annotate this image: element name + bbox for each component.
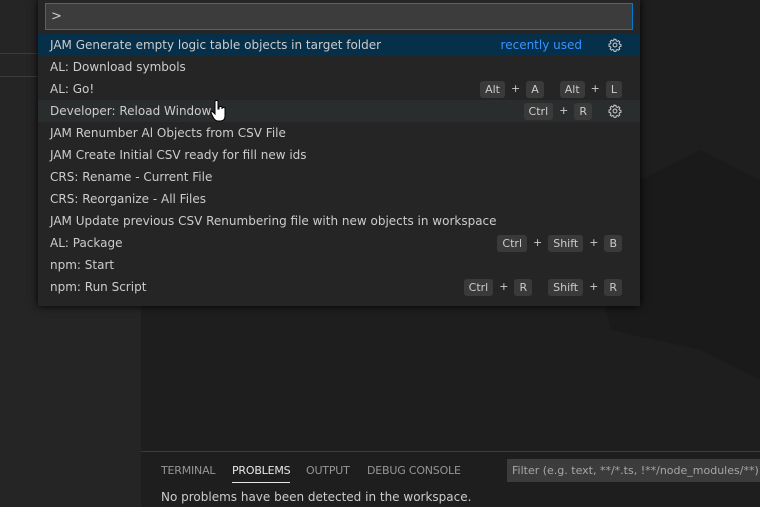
command-label: JAM Generate empty logic table objects i…: [50, 38, 382, 52]
keybinding-key: Ctrl: [523, 102, 554, 120]
command-meta: Ctrl + R Shift + R: [463, 276, 622, 298]
keybinding-key: L: [605, 80, 622, 98]
key-plus: +: [589, 236, 599, 249]
keybinding-key: B: [604, 234, 622, 252]
key-plus: +: [510, 82, 521, 95]
key-plus: +: [533, 236, 543, 249]
keybinding-key: R: [574, 102, 592, 120]
keybinding-key: Alt: [559, 80, 585, 98]
tab-problems[interactable]: PROBLEMS: [232, 464, 291, 483]
command-item[interactable]: AL: Go! Alt + A Alt + L: [38, 78, 640, 100]
keybinding-key: R: [514, 278, 533, 296]
gear-icon[interactable]: [608, 104, 622, 118]
keybinding-key: A: [526, 80, 544, 98]
gear-icon[interactable]: [608, 38, 622, 52]
command-palette: > JAM Generate empty logic table objects…: [38, 0, 640, 306]
command-label: Developer: Reload Window: [50, 104, 212, 118]
command-item[interactable]: npm: Run Script Ctrl + R Shift + R: [38, 276, 640, 298]
key-plus: +: [589, 280, 599, 293]
command-label: JAM Create Initial CSV ready for fill ne…: [50, 148, 307, 162]
command-item[interactable]: Developer: Reload Window Ctrl + R: [38, 100, 640, 122]
keybinding-key: R: [604, 278, 622, 296]
command-label: JAM Renumber Al Objects from CSV File: [50, 126, 286, 140]
command-item[interactable]: AL: Download symbols: [38, 56, 640, 78]
keybinding-key: Alt: [480, 80, 505, 98]
command-meta: Ctrl + R: [523, 100, 622, 122]
command-label: CRS: Rename - Current File: [50, 170, 213, 184]
command-label: CRS: Reorganize - All Files: [50, 192, 207, 206]
command-item[interactable]: CRS: Rename - Current File: [38, 166, 640, 188]
command-item[interactable]: AL: Package Ctrl + Shift + B: [38, 232, 640, 254]
keybinding-key: Ctrl: [497, 234, 527, 252]
command-input[interactable]: >: [45, 3, 633, 30]
command-meta: Ctrl + Shift + B: [497, 232, 622, 254]
bottom-panel: TERMINAL PROBLEMS OUTPUT DEBUG CONSOLE F…: [141, 451, 760, 507]
command-label: npm: Start: [50, 258, 115, 272]
tab-terminal[interactable]: TERMINAL: [161, 464, 216, 477]
command-item[interactable]: npm: Start: [38, 254, 640, 276]
tab-output[interactable]: OUTPUT: [306, 464, 350, 477]
command-item[interactable]: JAM Create Initial CSV ready for fill ne…: [38, 144, 640, 166]
hand-cursor-icon: [210, 100, 226, 122]
command-item[interactable]: JAM Update previous CSV Renumbering file…: [38, 210, 640, 232]
command-label: AL: Package: [50, 236, 123, 250]
keybinding-key: Shift: [548, 278, 584, 296]
keybinding-key: Ctrl: [463, 278, 494, 296]
command-item[interactable]: CRS: Reorganize - All Files: [38, 188, 640, 210]
recently-used-badge: recently used: [500, 38, 582, 52]
command-label: AL: Go!: [50, 82, 95, 96]
command-meta: recently used: [501, 34, 622, 56]
command-label: AL: Download symbols: [50, 60, 186, 74]
sidebar-divider: [0, 53, 38, 54]
command-meta: Alt + A Alt + L: [480, 78, 622, 100]
problems-filter-input[interactable]: Filter (e.g. text, **/*.ts, !**/node_mod…: [507, 459, 760, 482]
key-plus: +: [559, 104, 569, 117]
command-label: JAM Update previous CSV Renumbering file…: [50, 214, 497, 228]
key-plus: +: [590, 82, 600, 95]
sidebar-divider: [0, 76, 38, 77]
keybinding-key: Shift: [548, 234, 584, 252]
key-plus: +: [499, 280, 509, 293]
tab-debug-console[interactable]: DEBUG CONSOLE: [367, 464, 461, 477]
problems-message: No problems have been detected in the wo…: [161, 490, 472, 504]
command-item[interactable]: JAM Generate empty logic table objects i…: [38, 34, 640, 56]
command-label: npm: Run Script: [50, 280, 147, 294]
command-item[interactable]: JAM Renumber Al Objects from CSV File: [38, 122, 640, 144]
